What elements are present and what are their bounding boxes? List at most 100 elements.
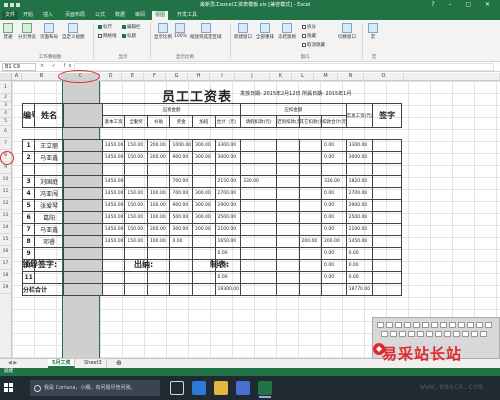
employee-name[interactable]	[34, 247, 64, 260]
table-cell[interactable]: 0.00	[345, 271, 374, 284]
sheet-tab[interactable]: Sheet3	[80, 359, 107, 368]
table-cell[interactable]	[298, 163, 323, 176]
table-cell[interactable]: 1450.00	[101, 223, 126, 236]
table-cell[interactable]	[146, 283, 171, 296]
row-header[interactable]: 14	[0, 222, 12, 234]
table-cell[interactable]	[124, 271, 148, 284]
row-header[interactable]: 18	[0, 270, 12, 282]
signature-cell[interactable]	[372, 139, 402, 152]
employee-name[interactable]: 张爱琴	[34, 199, 64, 212]
employee-name[interactable]: 马亚鑫	[34, 151, 64, 164]
column-header[interactable]: K	[270, 73, 292, 81]
view-normal-button[interactable]: 普通	[3, 23, 13, 40]
zoom-to-selection-button[interactable]: 缩放到选定区域	[190, 23, 222, 40]
column-c-cell[interactable]	[62, 223, 103, 236]
tab-view[interactable]: 视图	[152, 11, 169, 20]
table-cell[interactable]	[275, 283, 300, 296]
table-cell[interactable]	[275, 175, 300, 188]
table-cell[interactable]: 2900.00	[345, 199, 374, 212]
row-header[interactable]: 16	[0, 246, 12, 258]
table-cell[interactable]: 0.00	[321, 151, 347, 164]
table-cell[interactable]: 2700.00	[214, 187, 242, 200]
employee-number[interactable]: 9	[21, 247, 36, 260]
table-cell[interactable]: 100.00	[146, 235, 171, 248]
file-explorer-icon[interactable]	[214, 381, 228, 395]
arrange-all-button[interactable]: 全部重排	[256, 23, 274, 40]
tab-data[interactable]: 数据	[112, 11, 128, 20]
employee-number[interactable]: 3	[21, 175, 36, 188]
column-c-cell[interactable]	[62, 151, 103, 164]
table-cell[interactable]: 1450.00	[101, 187, 126, 200]
signature-cell[interactable]	[372, 235, 402, 248]
table-cell[interactable]: 700.00	[169, 175, 193, 188]
add-sheet-icon[interactable]: ⊕	[112, 359, 126, 368]
table-cell[interactable]: 900.00	[169, 199, 193, 212]
windows-start-icon[interactable]	[4, 383, 14, 393]
table-cell[interactable]: 300.00	[192, 151, 216, 164]
employee-number[interactable]: 11	[21, 271, 36, 284]
table-cell[interactable]	[146, 271, 171, 284]
table-cell[interactable]: 200.00	[146, 139, 171, 152]
total-sum[interactable]: 19300.00	[214, 283, 242, 296]
employee-name[interactable]: 冯亚闯	[34, 187, 64, 200]
signature-cell[interactable]	[372, 175, 402, 188]
sheet-nav-arrows[interactable]: ◀ ▶	[4, 359, 21, 368]
table-cell[interactable]: 1450.00	[101, 211, 126, 224]
tab-developer[interactable]: 开发工具	[174, 11, 200, 20]
table-cell[interactable]: 0.00	[345, 259, 374, 272]
table-cell[interactable]: 1650.00	[214, 235, 242, 248]
table-cell[interactable]	[192, 163, 216, 176]
table-cell[interactable]	[372, 283, 402, 296]
signature-cell[interactable]	[372, 259, 402, 272]
table-cell[interactable]	[169, 247, 193, 260]
tab-file[interactable]: 文件	[2, 11, 19, 20]
table-cell[interactable]	[298, 259, 323, 272]
excel-taskbar-icon[interactable]	[258, 381, 272, 398]
table-cell[interactable]	[214, 163, 242, 176]
table-cell[interactable]	[345, 163, 374, 176]
table-cell[interactable]: 1450.00	[101, 175, 126, 188]
table-cell[interactable]: 330.00	[240, 175, 277, 188]
employee-name[interactable]: 刘国庭	[34, 175, 64, 188]
table-cell[interactable]: 150.00	[124, 235, 148, 248]
column-c-cell[interactable]	[62, 163, 103, 176]
employee-name[interactable]: 邓睿	[34, 235, 64, 248]
table-cell[interactable]	[275, 187, 300, 200]
table-cell[interactable]	[240, 247, 277, 260]
table-cell[interactable]: 2100.00	[345, 223, 374, 236]
table-cell[interactable]: 1000.00	[169, 139, 193, 152]
formula-buttons[interactable]: × ✓ fx	[40, 63, 74, 69]
table-cell[interactable]: 300.00	[192, 139, 216, 152]
table-cell[interactable]	[298, 223, 323, 236]
table-cell[interactable]	[275, 223, 300, 236]
column-header[interactable]: B	[22, 73, 62, 81]
column-c-cell[interactable]	[62, 175, 103, 188]
row-header[interactable]: 1	[0, 81, 12, 94]
row-header[interactable]: 12	[0, 198, 12, 210]
table-cell[interactable]	[298, 247, 323, 260]
column-c-cell[interactable]	[62, 235, 103, 248]
table-cell[interactable]: 1450.00	[345, 235, 374, 248]
table-cell[interactable]: 200.00	[192, 223, 216, 236]
table-cell[interactable]	[192, 175, 216, 188]
table-cell[interactable]: 1450.00	[101, 235, 126, 248]
row-header[interactable]: 13	[0, 210, 12, 222]
table-cell[interactable]: 0.00	[321, 271, 347, 284]
table-cell[interactable]: 300.00	[192, 211, 216, 224]
table-cell[interactable]	[169, 259, 193, 272]
table-cell[interactable]: 200.00	[146, 223, 171, 236]
column-header[interactable]: L	[292, 73, 314, 81]
table-cell[interactable]	[240, 211, 277, 224]
table-cell[interactable]	[101, 283, 126, 296]
table-cell[interactable]	[275, 163, 300, 176]
table-cell[interactable]	[240, 283, 277, 296]
table-cell[interactable]: 2150.00	[214, 175, 242, 188]
row-header[interactable]: 6	[0, 126, 12, 138]
table-cell[interactable]	[240, 235, 277, 248]
table-cell[interactable]	[146, 175, 171, 188]
column-c-cell[interactable]	[62, 103, 103, 128]
window-controls[interactable]: ? – ▢ ✕	[431, 1, 496, 8]
table-cell[interactable]: 0.00	[214, 271, 242, 284]
table-cell[interactable]: 500.00	[169, 211, 193, 224]
tab-formulas[interactable]: 公式	[92, 11, 108, 20]
